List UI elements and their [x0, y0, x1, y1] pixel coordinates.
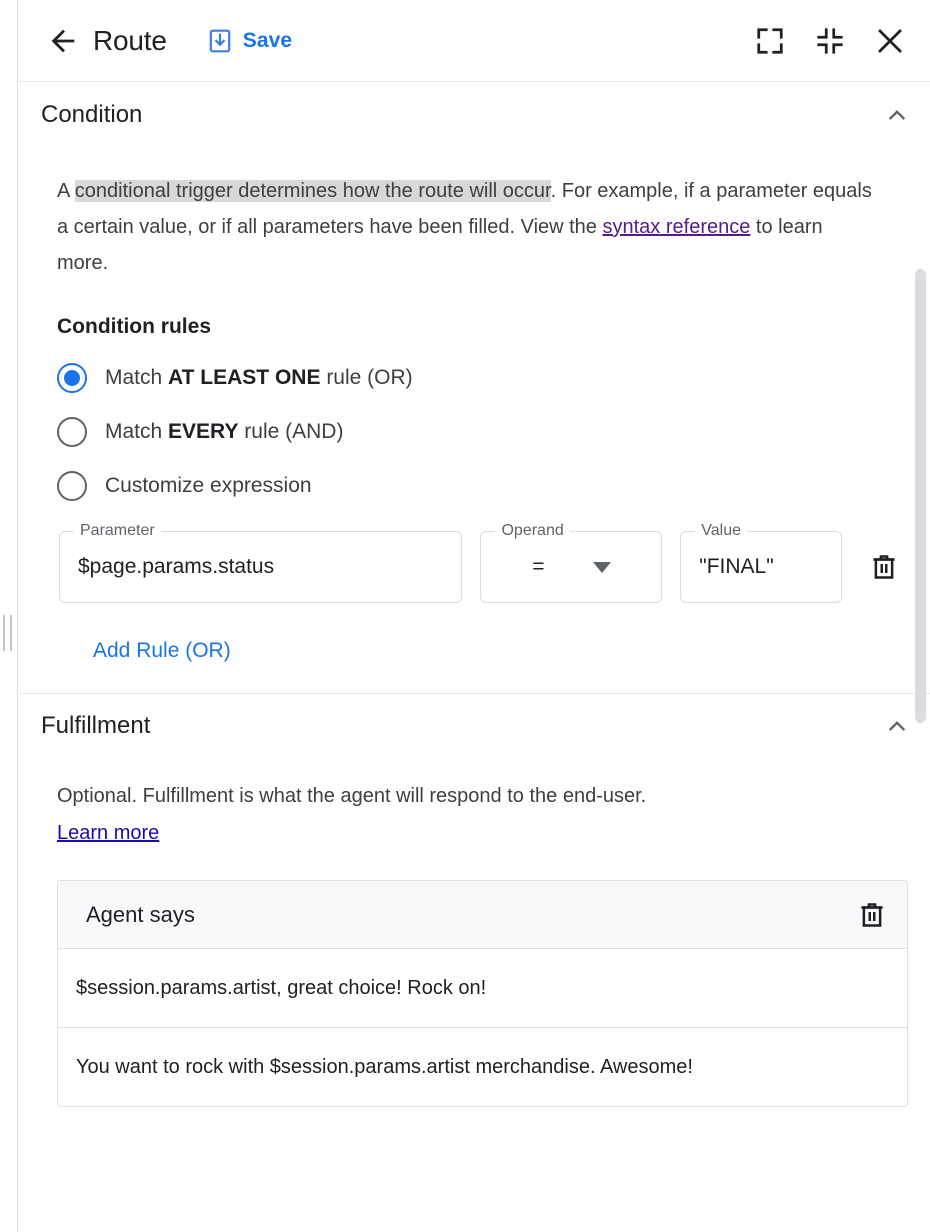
chevron-down-icon[interactable] — [593, 562, 611, 573]
fulfillment-section-title: Fulfillment — [41, 712, 150, 740]
agent-message-row[interactable]: $session.params.artist, great choice! Ro… — [58, 949, 907, 1028]
condition-section-title: Condition — [41, 101, 142, 129]
drag-handle-bar — [10, 615, 12, 651]
value-field-label: Value — [695, 521, 747, 541]
trash-icon — [869, 552, 899, 582]
drag-handle-bar — [3, 615, 5, 651]
agent-says-card-header: Agent says — [58, 881, 907, 949]
condition-section-header[interactable]: Condition — [19, 83, 930, 137]
parameter-input[interactable] — [60, 555, 461, 579]
fulfillment-description-text: Optional. Fulfillment is what the agent … — [57, 785, 646, 807]
fulfillment-section: Fulfillment Optional. Fulfillment is wha… — [19, 694, 930, 1107]
parameter-field[interactable]: Parameter — [59, 531, 462, 603]
radio-option-match-every[interactable]: Match EVERY rule (AND) — [57, 405, 908, 459]
panel-left-rail — [0, 0, 18, 1232]
radio-label-prefix: Match — [105, 366, 168, 389]
panel-header: Route Save — [19, 0, 930, 82]
delete-rule-button[interactable] — [860, 531, 908, 603]
arrow-back-icon — [46, 24, 80, 58]
trash-icon — [857, 900, 887, 930]
agent-says-title: Agent says — [86, 902, 195, 928]
save-button[interactable]: Save — [197, 22, 302, 60]
radio-label-prefix: Customize expression — [105, 474, 312, 497]
page-title: Route — [93, 25, 167, 57]
agent-says-card: Agent says — [57, 880, 908, 1107]
description-lead: A — [57, 180, 75, 202]
fulfillment-section-header[interactable]: Fulfillment — [19, 694, 930, 748]
value-field[interactable]: Value — [680, 531, 842, 603]
radio-option-customize-expression[interactable]: Customize expression — [57, 459, 908, 513]
fulfillment-section-body: Optional. Fulfillment is what the agent … — [19, 778, 930, 1107]
chevron-up-icon[interactable] — [884, 713, 910, 739]
expand-button[interactable] — [748, 19, 792, 63]
radio-label: Match AT LEAST ONE rule (OR) — [105, 366, 413, 390]
radio-label-suffix: rule (OR) — [320, 366, 412, 389]
delete-agent-says-button[interactable] — [857, 900, 887, 930]
panel-content: Route Save — [19, 0, 930, 1232]
expand-fullscreen-icon — [755, 26, 785, 56]
operand-select-inner: = — [532, 555, 610, 579]
operand-value: = — [532, 555, 544, 579]
back-button[interactable] — [41, 19, 85, 63]
fulfillment-description: Optional. Fulfillment is what the agent … — [57, 778, 908, 852]
close-button[interactable] — [868, 19, 912, 63]
panel-resize-handle[interactable] — [3, 615, 12, 651]
header-actions — [748, 19, 912, 63]
syntax-reference-link[interactable]: syntax reference — [603, 216, 751, 238]
radio-label-suffix: rule (AND) — [238, 420, 343, 443]
radio-indicator[interactable] — [57, 417, 87, 447]
operand-select[interactable]: Operand = — [480, 531, 662, 603]
chevron-up-icon[interactable] — [884, 102, 910, 128]
radio-label-prefix: Match — [105, 420, 168, 443]
condition-rule-row: Parameter Operand = Value — [57, 531, 908, 603]
description-highlighted-text: conditional trigger determines how the r… — [75, 180, 551, 202]
value-input[interactable] — [681, 555, 841, 579]
save-download-icon — [207, 28, 233, 54]
save-label: Save — [243, 29, 292, 53]
radio-label: Customize expression — [105, 474, 312, 498]
condition-rules-label: Condition rules — [57, 315, 908, 339]
condition-section: Condition A conditional trigger determin… — [19, 83, 930, 694]
vertical-scrollbar-thumb[interactable] — [915, 269, 926, 723]
operand-field-label: Operand — [495, 521, 569, 541]
radio-label-strong: EVERY — [168, 420, 238, 443]
collapse-fullscreen-icon — [815, 26, 845, 56]
radio-label: Match EVERY rule (AND) — [105, 420, 343, 444]
condition-description: A conditional trigger determines how the… — [57, 173, 877, 281]
condition-section-body: A conditional trigger determines how the… — [19, 173, 930, 669]
collapse-button[interactable] — [808, 19, 852, 63]
route-panel: Route Save — [0, 0, 930, 1232]
agent-message-row[interactable]: You want to rock with $session.params.ar… — [58, 1028, 907, 1106]
learn-more-link[interactable]: Learn more — [57, 822, 159, 844]
panel-scroll-area: Condition A conditional trigger determin… — [19, 83, 930, 1232]
radio-label-strong: AT LEAST ONE — [168, 366, 320, 389]
close-icon — [875, 26, 905, 56]
radio-option-match-at-least-one[interactable]: Match AT LEAST ONE rule (OR) — [57, 351, 908, 405]
add-rule-button[interactable]: Add Rule (OR) — [85, 633, 239, 669]
radio-indicator[interactable] — [57, 363, 87, 393]
radio-indicator[interactable] — [57, 471, 87, 501]
parameter-field-label: Parameter — [74, 521, 161, 541]
